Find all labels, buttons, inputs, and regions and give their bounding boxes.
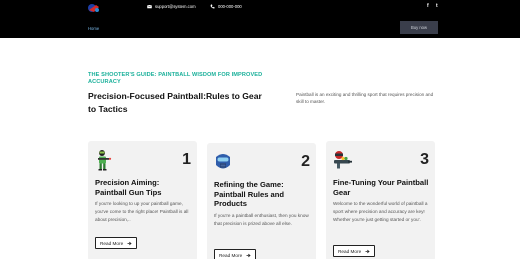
section-eyebrow: THE SHOOTER'S GUIDE: PAINTBALL WISDOM FO…	[88, 72, 263, 85]
header-email[interactable]: support@system.com	[147, 4, 196, 9]
card-title: Fine-Tuning Your Paintball Gear	[333, 178, 429, 197]
arrow-right-icon	[365, 249, 370, 253]
feature-card-3: 3 Fine-Tuning Your Paintball Gear Welcom…	[326, 141, 435, 259]
read-more-label: Read More	[219, 252, 243, 258]
feature-card-2: 2 Refining the Game: Paintball Rules and…	[207, 143, 316, 259]
facebook-icon[interactable]: f	[427, 3, 429, 9]
buy-now-button[interactable]: Buy now	[400, 21, 438, 34]
header-phone[interactable]: 000-000-000	[210, 4, 242, 9]
feature-card-1: 1 Precision Aiming: Paintball Gun Tips I…	[88, 141, 197, 259]
arrow-right-icon	[246, 253, 251, 257]
paintball-gun-icon	[334, 151, 352, 169]
top-header: support@system.com 000-000-000 f t Home …	[0, 0, 520, 38]
read-more-label: Read More	[100, 240, 124, 246]
read-more-button[interactable]: Read More	[333, 245, 376, 257]
card-text: Welcome to the wonderful world of paintb…	[333, 201, 428, 222]
card-number: 1	[182, 151, 191, 168]
card-number: 2	[301, 153, 310, 170]
card-number: 3	[420, 151, 429, 168]
twitter-icon[interactable]: t	[436, 3, 438, 9]
read-more-button[interactable]: Read More	[95, 237, 138, 249]
card-text: If you're a paintball enthusiast, then y…	[214, 213, 309, 226]
paintball-player-icon	[98, 150, 112, 171]
section-heading: Precision-Focused Paintball:Rules to Gea…	[88, 91, 262, 114]
email-text: support@system.com	[155, 4, 196, 9]
read-more-label: Read More	[338, 248, 362, 254]
arrow-right-icon	[127, 241, 132, 245]
card-title: Precision Aiming: Paintball Gun Tips	[95, 178, 162, 197]
card-text: If you're looking to up your paintball g…	[95, 201, 189, 222]
card-title: Refining the Game: Paintball Rules and P…	[214, 180, 285, 208]
intro-text: Paintball is an exciting and thrilling s…	[296, 92, 434, 104]
site-logo[interactable]	[86, 1, 102, 15]
envelope-icon	[147, 4, 152, 9]
phone-icon	[210, 4, 215, 9]
read-more-button[interactable]: Read More	[214, 249, 257, 259]
phone-text: 000-000-000	[218, 4, 242, 9]
paintball-mask-icon	[216, 154, 230, 169]
nav-home-link[interactable]: Home	[88, 26, 99, 31]
